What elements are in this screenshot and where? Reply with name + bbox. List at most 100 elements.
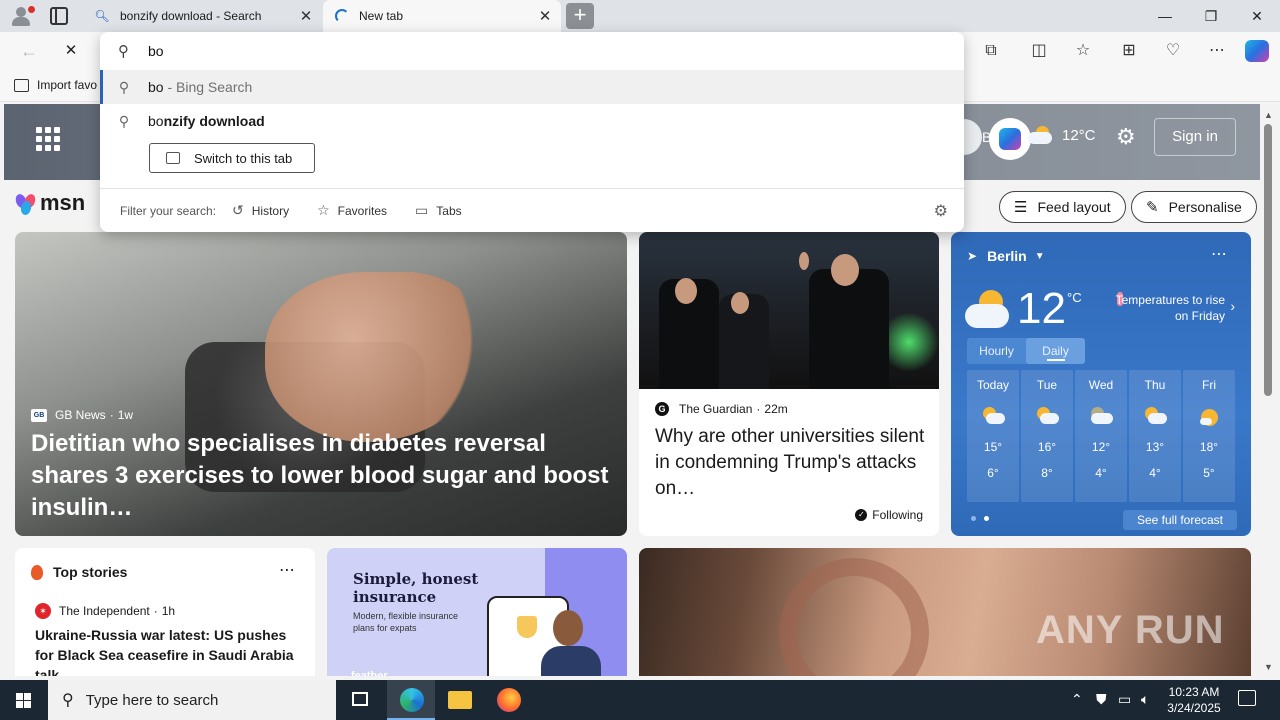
- forecast-day[interactable]: Tue 16° 8°: [1021, 370, 1073, 502]
- taskbar-search-placeholder: Type here to search: [85, 691, 219, 709]
- security-icon[interactable]: ⛊: [1096, 691, 1107, 708]
- back-button[interactable]: ←: [18, 40, 40, 62]
- firefox-icon[interactable]: [497, 688, 521, 712]
- chevron-down-icon: ▼: [1034, 250, 1045, 262]
- day-name: Tue: [1036, 378, 1058, 392]
- collections-icon[interactable]: ⊞: [1118, 40, 1140, 62]
- sign-in-button[interactable]: Sign in: [1154, 118, 1236, 156]
- search-filter-row: Filter your search: ↺ History ☆ Favorite…: [100, 188, 964, 232]
- address-input[interactable]: [148, 40, 928, 62]
- app-launcher-icon[interactable]: [36, 127, 60, 151]
- filter-history-button[interactable]: ↺ History: [232, 202, 289, 219]
- hero-article-card[interactable]: GB GB News · 1w Dietitian who specialise…: [15, 232, 627, 536]
- insurance-ad-card[interactable]: Simple, honest insurance Modern, flexibl…: [327, 548, 627, 676]
- forecast-day[interactable]: Wed 12° 4°: [1075, 370, 1127, 502]
- article-headline[interactable]: Ukraine-Russia war latest: US pushes for…: [35, 625, 303, 676]
- notifications-icon[interactable]: [1238, 690, 1256, 706]
- weather-note[interactable]: Temperatures to rise on Friday: [1111, 292, 1225, 324]
- browser-essentials-icon[interactable]: ♡: [1162, 40, 1184, 62]
- page-scrollbar[interactable]: ▲ ▼: [1260, 104, 1280, 676]
- chevron-right-icon[interactable]: ›: [1230, 298, 1235, 314]
- stop-loading-button[interactable]: ✕: [60, 40, 82, 62]
- weather-location[interactable]: ➤ Berlin ▼: [967, 248, 1045, 264]
- source-name: The Guardian: [679, 402, 753, 416]
- scroll-up-icon[interactable]: ▲: [1264, 110, 1273, 120]
- personalise-button[interactable]: ✎ Personalise: [1131, 191, 1257, 223]
- minimize-button[interactable]: —: [1142, 0, 1188, 32]
- tab-actions-menu-icon[interactable]: [50, 7, 68, 25]
- tab-close-icon[interactable]: ✕: [296, 7, 316, 25]
- windows-taskbar: ⚲ Type here to search ⌃ ⛊ ▭ 🔈︎ 10:23 AM …: [0, 680, 1280, 720]
- task-view-icon[interactable]: [352, 692, 368, 706]
- filter-tabs-button[interactable]: ▭ Tabs: [415, 202, 462, 219]
- clock-time: 10:23 AM: [1168, 685, 1220, 699]
- suggestion-match: bo: [148, 79, 164, 95]
- profile-avatar-icon[interactable]: [8, 4, 35, 28]
- address-bar-dropdown: ⚲ ⚲ bo - Bing Search ⚲ bo nzify download…: [100, 32, 964, 232]
- edge-icon: [400, 688, 424, 712]
- more-options-icon[interactable]: ⋯: [279, 560, 295, 580]
- tab-daily[interactable]: Daily: [1026, 338, 1085, 364]
- settings-gear-icon[interactable]: ⚙: [1116, 124, 1136, 150]
- extensions-icon[interactable]: ⧉: [980, 40, 1002, 62]
- msn-logo-text: msn: [40, 190, 86, 215]
- system-clock[interactable]: 10:23 AM 3/24/2025: [1160, 684, 1228, 716]
- forecast-day[interactable]: Today 15° 6°: [967, 370, 1019, 502]
- check-icon: ✓: [855, 509, 868, 521]
- pencil-star-icon: ✎: [1146, 199, 1159, 216]
- weather-card[interactable]: ➤ Berlin ▼ ⋯ 12 °C Temperatures to rise …: [951, 232, 1251, 536]
- switch-to-tab-button[interactable]: Switch to this tab: [149, 143, 315, 173]
- file-explorer-icon[interactable]: [448, 691, 472, 709]
- show-hidden-icons-chevron-icon[interactable]: ⌃: [1071, 691, 1083, 708]
- suggestion-suffix: - Bing Search: [163, 79, 253, 95]
- msn-logo[interactable]: msn: [13, 190, 86, 216]
- article-headline[interactable]: Why are other universities silent in con…: [655, 424, 925, 502]
- favorites-star-icon[interactable]: ☆: [1072, 40, 1094, 62]
- feed-layout-button[interactable]: ☰ Feed layout: [999, 191, 1126, 223]
- filter-favorites-button[interactable]: ☆ Favorites: [317, 202, 387, 219]
- article-headline[interactable]: Dietitian who specialises in diabetes re…: [31, 428, 621, 524]
- source-name: GB News: [55, 408, 106, 422]
- partly-cloudy-icon: [1034, 406, 1060, 428]
- more-menu-icon[interactable]: ⋯: [1206, 40, 1228, 62]
- more-options-icon[interactable]: ⋯: [1211, 244, 1227, 264]
- see-full-forecast-button[interactable]: See full forecast: [1123, 510, 1237, 530]
- forecast-day[interactable]: Fri 18° 5°: [1183, 370, 1235, 502]
- scrollbar-thumb[interactable]: [1264, 124, 1272, 396]
- article-age: 1w: [117, 408, 134, 422]
- following-badge[interactable]: ✓ Following: [855, 508, 923, 522]
- forecast-toggle: Hourly Daily: [967, 338, 1085, 364]
- top-stories-title: Top stories: [53, 564, 128, 580]
- ear-image: [779, 558, 929, 676]
- network-icon[interactable]: ▭: [1118, 691, 1131, 708]
- top-stories-card[interactable]: Top stories ⋯ ✶ The Independent · 1h Ukr…: [15, 548, 315, 676]
- tab-new-tab[interactable]: New tab ✕: [323, 0, 561, 32]
- tab-icon: [166, 152, 180, 164]
- taskbar-search-box[interactable]: ⚲ Type here to search: [48, 680, 336, 720]
- new-tab-button[interactable]: +: [566, 3, 594, 29]
- scroll-down-icon[interactable]: ▼: [1264, 662, 1273, 672]
- split-screen-icon[interactable]: ◫: [1028, 40, 1050, 62]
- tab-bonzify-search[interactable]: 🔍︎ bonzify download - Search ✕: [84, 0, 322, 32]
- restore-button[interactable]: ❐: [1188, 0, 1234, 32]
- volume-icon[interactable]: 🔈︎: [1141, 691, 1149, 708]
- tab-close-icon[interactable]: ✕: [535, 7, 555, 25]
- tabs-icon: ▭: [415, 202, 429, 218]
- news-article-card[interactable]: G The Guardian · 22m Why are other unive…: [639, 232, 939, 536]
- suggestion-bonzify-download[interactable]: ⚲ bo nzify download: [100, 104, 964, 138]
- star-icon: ☆: [317, 202, 330, 218]
- article-source: G The Guardian · 22m: [655, 402, 788, 416]
- header-temperature[interactable]: 12°C: [1062, 127, 1096, 144]
- suggestion-prefix: bo: [148, 113, 164, 129]
- copilot-round-icon[interactable]: [989, 118, 1031, 160]
- tab-hourly[interactable]: Hourly: [967, 338, 1026, 364]
- suggestion-bing-search[interactable]: ⚲ bo - Bing Search: [100, 70, 964, 104]
- carousel-dots[interactable]: [971, 516, 989, 521]
- close-window-button[interactable]: ✕: [1234, 0, 1280, 32]
- search-settings-gear-icon[interactable]: ⚙: [934, 201, 948, 221]
- copilot-icon[interactable]: [1245, 40, 1269, 62]
- start-button[interactable]: [0, 680, 48, 720]
- tab-strip: 🔍︎ bonzify download - Search ✕ New tab ✕…: [0, 0, 1280, 32]
- import-favorites-link[interactable]: Import favo: [14, 78, 97, 92]
- forecast-day[interactable]: Thu 13° 4°: [1129, 370, 1181, 502]
